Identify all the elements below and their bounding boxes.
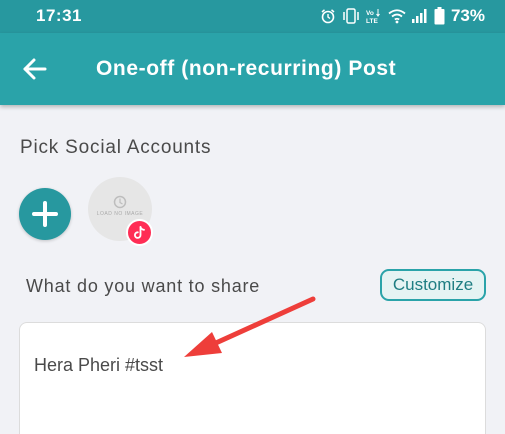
post-text: Hera Pheri #tsst <box>34 355 164 375</box>
plus-icon <box>32 201 58 227</box>
alarm-icon <box>321 9 335 24</box>
status-icons: Vo LTE 73% <box>320 6 485 26</box>
svg-text:LTE: LTE <box>366 18 378 24</box>
post-text-input[interactable]: Hera Pheri #tsst <box>19 322 486 434</box>
volte-icon: Vo LTE <box>366 9 380 24</box>
status-time: 17:31 <box>36 6 82 25</box>
share-label: What do you want to share <box>26 276 261 296</box>
page-title: One-off (non-recurring) Post <box>96 57 397 80</box>
wifi-icon <box>388 9 406 24</box>
signal-icon <box>411 9 427 23</box>
tiktok-icon <box>134 226 145 239</box>
avatar-caption: LOAD NO IMAGE <box>96 211 144 217</box>
pick-accounts-label: Pick Social Accounts <box>20 137 212 158</box>
back-arrow-icon <box>23 58 47 80</box>
battery-percentage: 73% <box>450 6 485 25</box>
svg-text:Vo: Vo <box>366 10 374 17</box>
add-account-button[interactable] <box>19 188 71 240</box>
customize-button[interactable]: Customize <box>380 269 486 301</box>
battery-icon <box>434 7 445 25</box>
back-button[interactable] <box>18 53 54 85</box>
vibrate-icon <box>343 8 359 24</box>
app-bar: One-off (non-recurring) Post <box>0 33 505 105</box>
status-bar: 17:31 Vo LTE 73% <box>0 0 505 33</box>
tiktok-badge <box>126 219 153 246</box>
